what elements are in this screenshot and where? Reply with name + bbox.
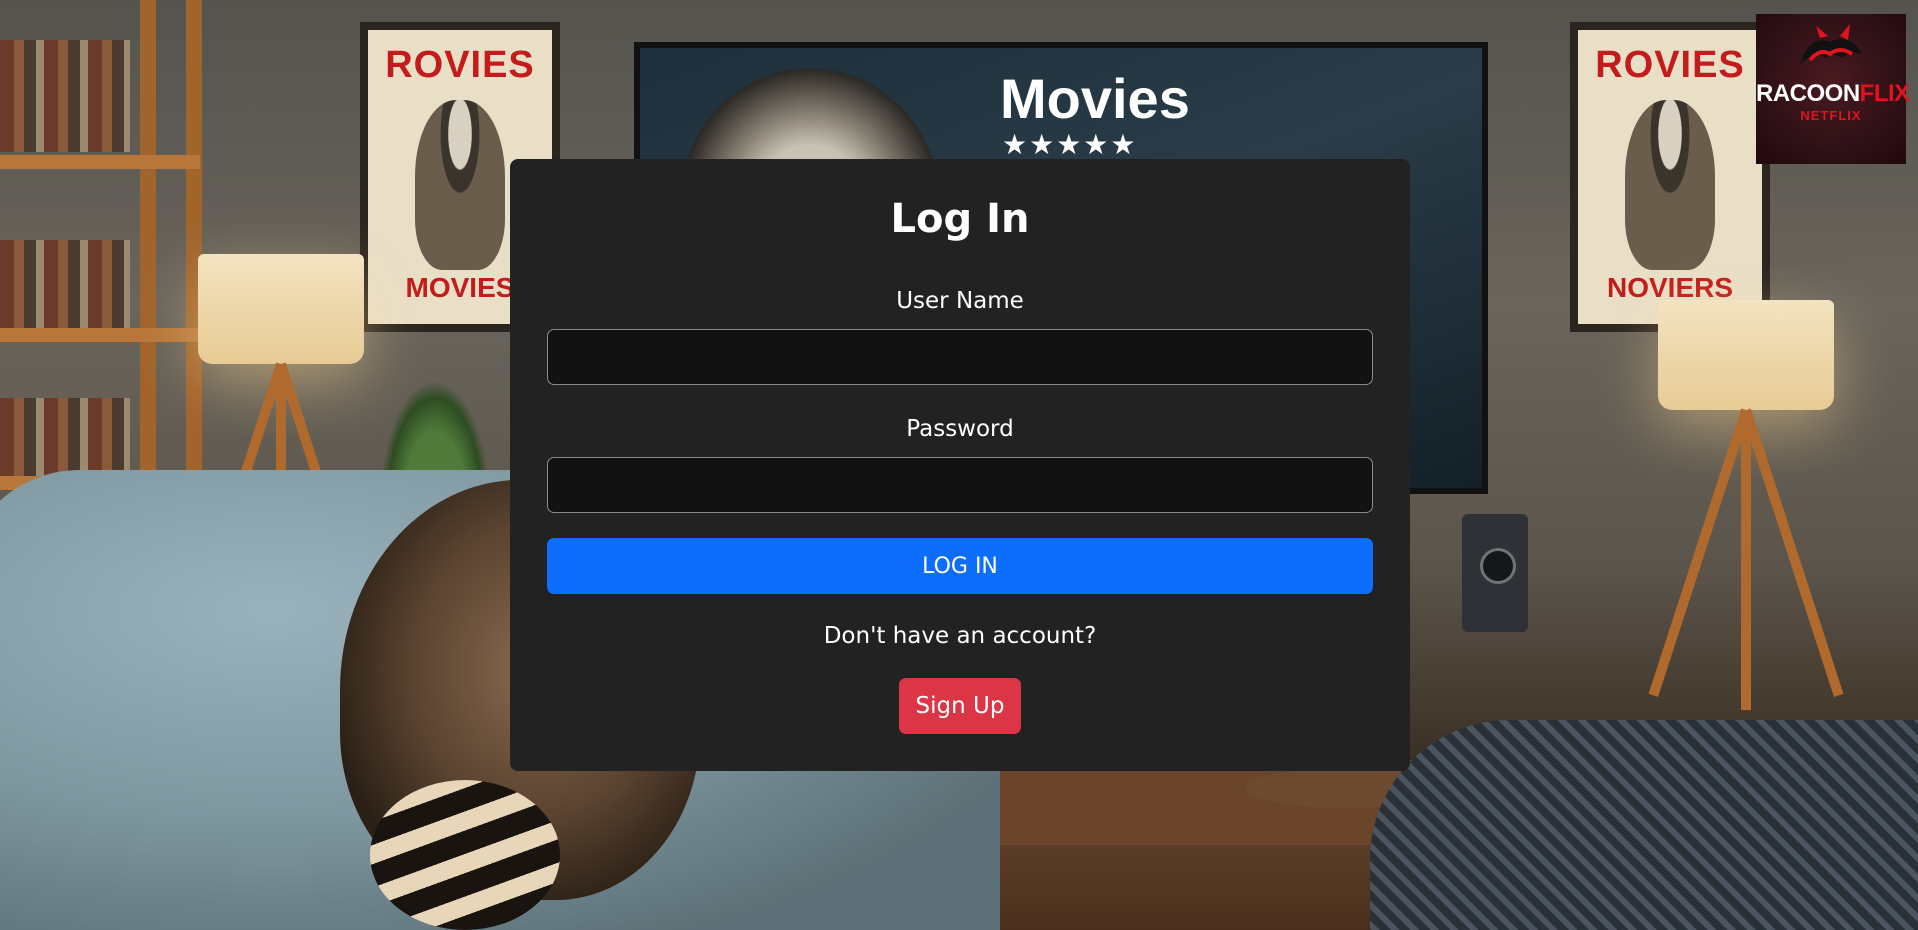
raccoon-tail bbox=[370, 780, 560, 930]
login-button[interactable]: LOG IN bbox=[547, 538, 1373, 594]
poster-left-title: ROVIES bbox=[385, 44, 535, 86]
logo-wordmark: RACOONFLIX bbox=[1756, 80, 1910, 108]
raccoon-emblem-icon bbox=[1800, 24, 1862, 64]
password-input[interactable] bbox=[547, 457, 1373, 513]
username-label: User Name bbox=[896, 288, 1024, 314]
racoonflix-logo: RACOONFLIX NETFLIX bbox=[1756, 14, 1910, 164]
signup-button[interactable]: Sign Up bbox=[899, 678, 1021, 734]
username-input[interactable] bbox=[547, 329, 1373, 385]
logo-wordmark-part1: RACOON bbox=[1756, 80, 1860, 107]
tv-rating: ★★★★★ bbox=[1002, 128, 1138, 161]
poster-right: ROVIES NOVIERS bbox=[1570, 22, 1770, 332]
logo-subtext: NETFLIX bbox=[1800, 108, 1862, 123]
lamp-right bbox=[1648, 300, 1844, 720]
speaker-icon bbox=[1462, 514, 1528, 632]
logo-wordmark-part2: FLIX bbox=[1859, 80, 1911, 107]
login-title: Log In bbox=[890, 196, 1030, 242]
poster-right-title: ROVIES bbox=[1595, 44, 1745, 86]
blanket bbox=[1370, 720, 1918, 930]
tv-title: Movies bbox=[1000, 67, 1190, 130]
password-label: Password bbox=[906, 416, 1014, 442]
login-card: Log In User Name Password LOG IN Don't h… bbox=[510, 159, 1410, 771]
no-account-prompt: Don't have an account? bbox=[823, 623, 1097, 649]
